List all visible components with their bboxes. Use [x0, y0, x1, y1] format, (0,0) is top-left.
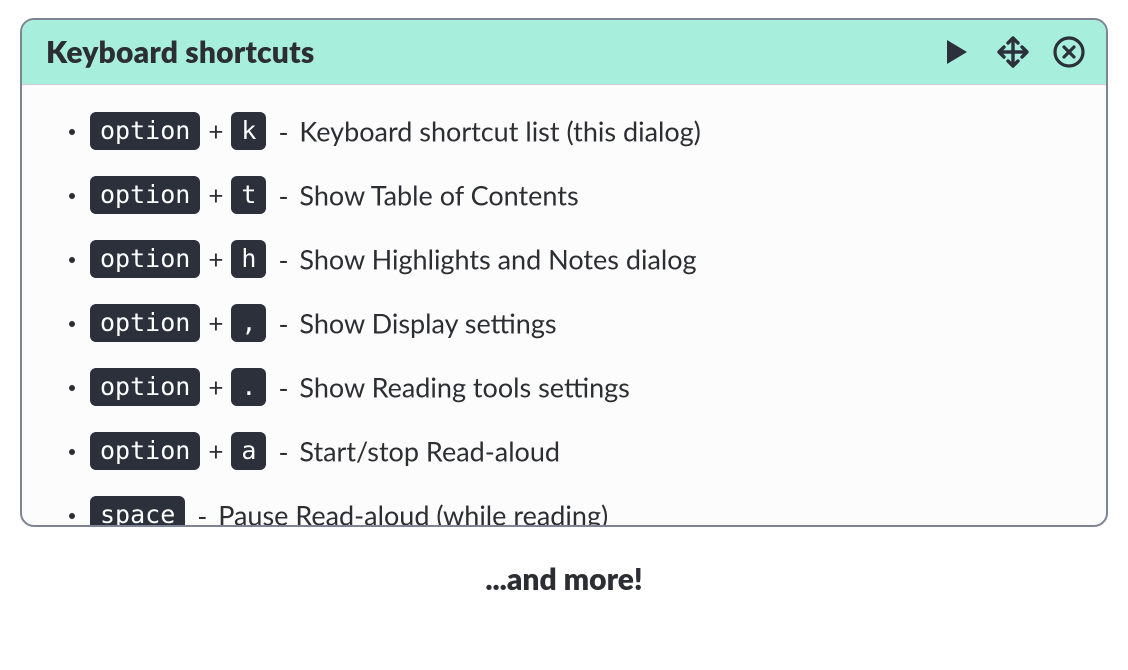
- shortcut-item: option+a- Start/stop Read-aloud: [88, 419, 1086, 483]
- shortcut-item: option+,- Show Display settings: [88, 291, 1086, 355]
- key-dash: -: [268, 438, 292, 465]
- dialog-title: Keyboard shortcuts: [46, 34, 940, 70]
- key-badge: ,: [231, 304, 266, 342]
- key-badge: k: [231, 112, 266, 150]
- shortcut-description: Pause Read-aloud (while reading): [211, 499, 608, 526]
- key-badge: option: [90, 240, 200, 278]
- dialog-body: option+k- Keyboard shortcut list (this d…: [22, 85, 1106, 525]
- key-badge: option: [90, 304, 200, 342]
- key-dash: -: [268, 374, 292, 401]
- dialog-header: Keyboard shortcuts: [22, 20, 1106, 85]
- key-badge: a: [231, 432, 266, 470]
- shortcut-description: Show Table of Contents: [293, 179, 579, 212]
- key-dash: -: [268, 310, 292, 337]
- key-plus: +: [202, 438, 229, 464]
- shortcut-description: Show Display settings: [293, 307, 557, 340]
- key-plus: +: [202, 118, 229, 144]
- key-dash: -: [268, 182, 292, 209]
- shortcut-description: Show Highlights and Notes dialog: [293, 243, 697, 276]
- key-dash: -: [268, 118, 292, 145]
- dialog-header-controls: [940, 35, 1086, 69]
- shortcut-item: option+t- Show Table of Contents: [88, 163, 1086, 227]
- shortcut-item: option+.- Show Reading tools settings: [88, 355, 1086, 419]
- key-badge: option: [90, 112, 200, 150]
- shortcut-item: option+h- Show Highlights and Notes dial…: [88, 227, 1086, 291]
- key-badge: t: [231, 176, 266, 214]
- shortcut-item: space- Pause Read-aloud (while reading): [88, 483, 1086, 525]
- shortcut-description: Keyboard shortcut list (this dialog): [293, 115, 701, 148]
- shortcut-description: Start/stop Read-aloud: [293, 435, 561, 468]
- close-icon[interactable]: [1052, 35, 1086, 69]
- shortcut-description: Show Reading tools settings: [293, 371, 630, 404]
- shortcut-list: option+k- Keyboard shortcut list (this d…: [42, 99, 1086, 525]
- play-icon[interactable]: [940, 35, 974, 69]
- footer-more-text: ...and more!: [20, 561, 1108, 597]
- key-badge: option: [90, 368, 200, 406]
- keyboard-shortcuts-dialog: Keyboard shortcuts: [20, 18, 1108, 527]
- key-plus: +: [202, 246, 229, 272]
- shortcut-item: option+k- Keyboard shortcut list (this d…: [88, 99, 1086, 163]
- move-icon[interactable]: [996, 35, 1030, 69]
- key-dash: -: [187, 502, 211, 526]
- key-plus: +: [202, 182, 229, 208]
- key-badge: .: [231, 368, 266, 406]
- key-badge: option: [90, 432, 200, 470]
- key-dash: -: [268, 246, 292, 273]
- key-badge: h: [231, 240, 266, 278]
- key-badge: option: [90, 176, 200, 214]
- key-badge: space: [90, 496, 185, 525]
- key-plus: +: [202, 374, 229, 400]
- key-plus: +: [202, 310, 229, 336]
